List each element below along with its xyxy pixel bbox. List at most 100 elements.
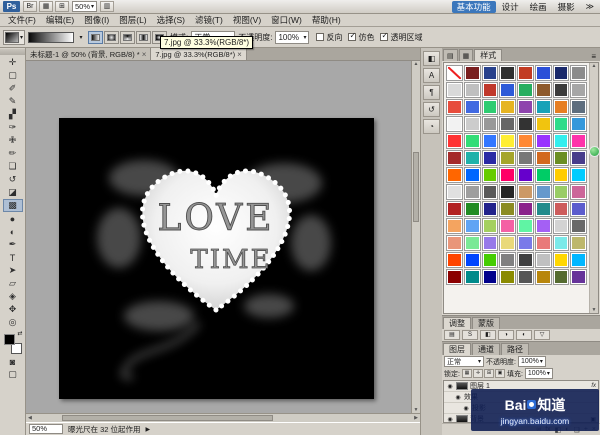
- style-swatch[interactable]: [517, 201, 534, 217]
- panel-tab[interactable]: 蒙版: [472, 317, 500, 329]
- style-swatch[interactable]: [499, 235, 516, 251]
- style-swatch[interactable]: [481, 99, 499, 115]
- style-swatch[interactable]: [517, 167, 534, 183]
- scroll-down-icon[interactable]: ▼: [414, 407, 419, 413]
- style-swatch[interactable]: [499, 133, 516, 149]
- style-swatch[interactable]: [534, 184, 552, 200]
- styles-scrollbar[interactable]: ▲ ▼: [589, 63, 598, 313]
- vertical-scrollbar[interactable]: ▲ ▼: [411, 61, 420, 413]
- style-swatch[interactable]: [570, 269, 587, 285]
- horizontal-scroll-thumb[interactable]: [62, 414, 273, 421]
- lasso-tool[interactable]: ✐: [3, 82, 23, 95]
- collapsed-history-panel-icon[interactable]: ↺: [423, 102, 440, 117]
- style-swatch[interactable]: [481, 218, 499, 234]
- style-swatch[interactable]: [463, 133, 481, 149]
- eyedropper-tool[interactable]: ✑: [3, 121, 23, 134]
- style-swatch[interactable]: [517, 252, 534, 268]
- style-swatch[interactable]: [534, 235, 552, 251]
- dodge-tool[interactable]: ◐: [3, 225, 23, 238]
- menu-item[interactable]: 帮助(H): [307, 14, 346, 26]
- style-swatch[interactable]: [534, 65, 552, 81]
- style-swatch[interactable]: [463, 235, 481, 251]
- pen-tool[interactable]: ✒: [3, 238, 23, 251]
- visibility-eye-icon[interactable]: ◉: [446, 416, 454, 423]
- close-icon[interactable]: ×: [237, 50, 242, 59]
- panel-menu-icon[interactable]: ≡: [588, 52, 599, 61]
- style-swatch[interactable]: [517, 218, 534, 234]
- visibility-eye-icon[interactable]: ◉: [446, 383, 454, 390]
- scroll-right-icon[interactable]: ▶: [414, 415, 418, 421]
- horizontal-scrollbar[interactable]: ◀ ▶: [26, 413, 420, 422]
- option-checkbox[interactable]: 反向: [316, 32, 342, 43]
- photoshop-logo[interactable]: Ps: [3, 1, 20, 12]
- style-swatch[interactable]: [552, 82, 570, 98]
- style-swatch[interactable]: [499, 269, 516, 285]
- style-swatch[interactable]: [463, 269, 481, 285]
- scroll-up-icon[interactable]: ▲: [592, 63, 597, 69]
- style-swatch[interactable]: [446, 65, 463, 81]
- style-swatch[interactable]: [570, 150, 587, 166]
- style-swatch[interactable]: [570, 133, 587, 149]
- style-swatch[interactable]: [446, 218, 463, 234]
- style-swatch[interactable]: [481, 269, 499, 285]
- style-swatch[interactable]: [446, 269, 463, 285]
- swatches-panel-tab-icon[interactable]: ▦: [458, 49, 474, 61]
- workspace-button[interactable]: 基本功能: [451, 0, 496, 13]
- style-swatch[interactable]: [517, 150, 534, 166]
- style-swatch[interactable]: [517, 133, 534, 149]
- style-swatch[interactable]: [517, 65, 534, 81]
- brightness-contrast-adjustment-icon[interactable]: ◑: [498, 330, 514, 340]
- menu-item[interactable]: 图层(L): [114, 14, 151, 26]
- style-swatch[interactable]: [481, 116, 499, 132]
- style-swatch[interactable]: [552, 116, 570, 132]
- foreground-color-chip[interactable]: [3, 334, 15, 345]
- style-swatch[interactable]: [463, 116, 481, 132]
- style-swatch[interactable]: [463, 218, 481, 234]
- quick-selection-tool[interactable]: ✎: [3, 95, 23, 108]
- type-tool[interactable]: T: [3, 251, 23, 264]
- style-swatch[interactable]: [481, 150, 499, 166]
- style-swatch[interactable]: [463, 201, 481, 217]
- visibility-eye-icon[interactable]: ◉: [454, 394, 462, 401]
- menu-item[interactable]: 窗口(W): [266, 14, 307, 26]
- style-swatch[interactable]: [534, 133, 552, 149]
- status-zoom-field[interactable]: 50%: [29, 424, 63, 434]
- style-swatch[interactable]: [570, 252, 587, 268]
- hue-saturation-adjustment-icon[interactable]: ◧: [480, 330, 496, 340]
- workspace-button[interactable]: 摄影: [553, 1, 580, 13]
- gradient-picker-arrow-icon[interactable]: ▾: [77, 34, 85, 41]
- style-swatch[interactable]: [552, 150, 570, 166]
- rectangular-marquee-tool[interactable]: ▢: [3, 69, 23, 82]
- style-swatch[interactable]: [517, 99, 534, 115]
- vertical-scroll-thumb[interactable]: [413, 152, 419, 222]
- screen-mode-button[interactable]: ▢: [3, 368, 23, 381]
- style-swatch[interactable]: [481, 167, 499, 183]
- levels-adjustment-icon[interactable]: ▤: [444, 330, 460, 340]
- quick-mask-mode-button[interactable]: ◙: [3, 355, 23, 368]
- style-swatch[interactable]: [499, 201, 516, 217]
- style-swatch[interactable]: [463, 82, 481, 98]
- style-swatch[interactable]: [446, 150, 463, 166]
- style-swatch[interactable]: [446, 252, 463, 268]
- style-swatch[interactable]: [534, 167, 552, 183]
- tool-preset-picker[interactable]: ▾: [3, 29, 26, 45]
- curves-adjustment-icon[interactable]: S: [462, 330, 478, 340]
- color-balance-adjustment-icon[interactable]: ◐: [516, 330, 532, 340]
- clone-stamp-tool[interactable]: ❏: [3, 160, 23, 173]
- layer-opacity-select[interactable]: 100% ▾: [517, 356, 546, 367]
- vertical-scroll-track[interactable]: [412, 67, 420, 407]
- reflected-gradient-icon[interactable]: [136, 30, 152, 44]
- style-swatch[interactable]: [499, 116, 516, 132]
- style-swatch[interactable]: [463, 252, 481, 268]
- color-panel-tab-icon[interactable]: ▤: [443, 49, 458, 61]
- opacity-select[interactable]: 100% ▾: [275, 30, 310, 44]
- style-swatch[interactable]: [499, 65, 516, 81]
- style-swatch[interactable]: [499, 184, 516, 200]
- style-swatch[interactable]: [534, 252, 552, 268]
- style-swatch[interactable]: [570, 235, 587, 251]
- style-swatch[interactable]: [570, 201, 587, 217]
- style-swatch[interactable]: [463, 99, 481, 115]
- document-image[interactable]: LOVE TIME: [59, 118, 374, 399]
- styles-tab[interactable]: 样式: [474, 49, 503, 61]
- style-swatch[interactable]: [552, 201, 570, 217]
